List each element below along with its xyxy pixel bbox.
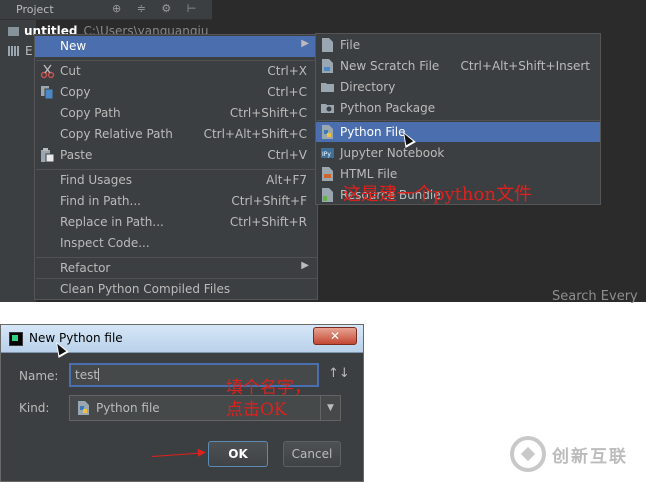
submenu-arrow-icon: ▶ bbox=[301, 260, 309, 271]
menu-item-label: Copy Path bbox=[60, 106, 121, 120]
menu-item-label: Clean Python Compiled Files bbox=[60, 282, 231, 296]
search-everywhere-hint: Search Every bbox=[552, 289, 638, 304]
menu-item-shortcut: Ctrl+V bbox=[267, 148, 307, 162]
menu-item-refactor[interactable]: Refactor ▶ bbox=[35, 258, 317, 279]
submenu-item-label: HTML File bbox=[340, 167, 398, 181]
menu-item-copy-path[interactable]: Copy Path Ctrl+Shift+C bbox=[35, 103, 317, 124]
submenu-item-label: File bbox=[340, 38, 361, 52]
tree-item-label: E bbox=[25, 44, 33, 58]
menu-item-shortcut: Ctrl+Alt+Shift+C bbox=[203, 127, 307, 141]
submenu-item-label: Python Package bbox=[340, 101, 436, 115]
directory-icon bbox=[321, 83, 334, 92]
menu-item-new[interactable]: New ▶ bbox=[35, 36, 317, 57]
paste-icon bbox=[41, 148, 55, 163]
menu-item-label: Inspect Code... bbox=[60, 236, 150, 250]
menu-item-label: New bbox=[60, 39, 87, 53]
close-button[interactable]: ✕ bbox=[313, 327, 357, 345]
submenu-item-directory[interactable]: Directory bbox=[316, 77, 600, 97]
menu-item-label: Copy Relative Path bbox=[60, 127, 173, 141]
name-label: Name: bbox=[19, 369, 59, 383]
pycharm-app-icon bbox=[9, 332, 23, 346]
menu-item-label: Replace in Path... bbox=[60, 215, 164, 229]
menu-item-shortcut: Ctrl+Shift+R bbox=[229, 215, 307, 229]
menu-item-shortcut: Ctrl+X bbox=[267, 64, 307, 78]
tree-item-external-libraries[interactable]: E bbox=[8, 44, 33, 62]
menu-item-label: Paste bbox=[60, 148, 93, 162]
menu-item-shortcut: Alt+F7 bbox=[266, 173, 307, 187]
watermark-logo-icon bbox=[510, 436, 546, 472]
ok-button[interactable]: OK bbox=[208, 441, 268, 467]
annotation-create-python-file: 这是建一个python文件 bbox=[343, 184, 532, 205]
submenu-item-python-package[interactable]: Python Package bbox=[316, 98, 600, 118]
svg-text:IPy: IPy bbox=[322, 151, 331, 158]
jupyter-icon: IPy bbox=[321, 148, 334, 158]
project-panel-header: Project ⊕ ≑ ⚙ ⊢ bbox=[0, 0, 212, 20]
submenu-separator bbox=[317, 120, 601, 121]
context-menu: New ▶ Cut Ctrl+X Copy Ctrl+C Copy Path C… bbox=[34, 34, 318, 300]
menu-item-paste[interactable]: Paste Ctrl+V bbox=[35, 145, 317, 166]
submenu-item-label: Jupyter Notebook bbox=[340, 146, 445, 160]
menu-item-find-in-path[interactable]: Find in Path... Ctrl+Shift+F bbox=[35, 191, 317, 212]
menu-item-label: Find in Path... bbox=[60, 194, 141, 208]
annotation-line: 填个名字， bbox=[226, 378, 311, 398]
chevron-down-icon[interactable]: ▼ bbox=[320, 396, 340, 420]
submenu-item-python-file[interactable]: Python File bbox=[316, 122, 600, 142]
submenu-item-file[interactable]: File bbox=[316, 35, 600, 55]
name-input-value: test bbox=[75, 368, 99, 382]
dialog-title: New Python file bbox=[29, 331, 123, 345]
copy-icon bbox=[41, 86, 54, 100]
resource-bundle-icon bbox=[322, 188, 333, 202]
menu-item-copy[interactable]: Copy Ctrl+C bbox=[35, 82, 317, 103]
kind-select-value: Python file bbox=[96, 401, 160, 415]
annotation-line: 点击OK bbox=[226, 400, 287, 420]
menu-item-find-usages[interactable]: Find Usages Alt+F7 bbox=[35, 170, 317, 191]
menu-item-clean-python-compiled[interactable]: Clean Python Compiled Files bbox=[35, 279, 317, 300]
text-caret bbox=[98, 368, 100, 381]
menu-item-shortcut: Ctrl+C bbox=[267, 85, 307, 99]
scratch-file-icon bbox=[322, 59, 333, 73]
menu-item-copy-relative-path[interactable]: Copy Relative Path Ctrl+Alt+Shift+C bbox=[35, 124, 317, 145]
submenu-item-label: Python File bbox=[340, 125, 406, 139]
submenu-item-new-scratch-file[interactable]: New Scratch File Ctrl+Alt+Shift+Insert bbox=[316, 56, 600, 76]
menu-item-label: Find Usages bbox=[60, 173, 133, 187]
html-file-icon bbox=[322, 167, 333, 181]
folder-icon bbox=[8, 27, 19, 36]
menu-item-label: Copy bbox=[60, 85, 91, 99]
menu-item-cut[interactable]: Cut Ctrl+X bbox=[35, 61, 317, 82]
project-toolbar-icons[interactable]: ⊕ ≑ ⚙ ⊢ bbox=[112, 2, 202, 15]
sort-icon[interactable]: ↑↓ bbox=[328, 366, 350, 381]
submenu-item-label: New Scratch File bbox=[340, 59, 440, 73]
annotation-enter-name: 填个名字， 点击OK bbox=[226, 377, 311, 421]
watermark-text: 创新互联 bbox=[552, 447, 628, 467]
library-icon bbox=[8, 46, 20, 56]
submenu-arrow-icon: ▶ bbox=[301, 38, 309, 49]
kind-label: Kind: bbox=[19, 401, 50, 415]
package-icon bbox=[321, 104, 334, 113]
cancel-button[interactable]: Cancel bbox=[283, 441, 341, 467]
submenu-item-shortcut: Ctrl+Alt+Shift+Insert bbox=[460, 59, 590, 73]
menu-item-replace-in-path[interactable]: Replace in Path... Ctrl+Shift+R bbox=[35, 212, 317, 233]
menu-item-label: Cut bbox=[60, 64, 81, 78]
file-icon bbox=[322, 38, 333, 52]
scissors-icon bbox=[40, 64, 55, 79]
project-panel bbox=[0, 20, 36, 302]
python-file-icon bbox=[322, 125, 333, 139]
menu-item-inspect-code[interactable]: Inspect Code... bbox=[35, 233, 317, 254]
python-file-icon bbox=[78, 401, 89, 415]
project-panel-title[interactable]: Project bbox=[16, 3, 54, 16]
submenu-item-label: Directory bbox=[340, 80, 396, 94]
submenu-item-jupyter-notebook[interactable]: IPy Jupyter Notebook bbox=[316, 143, 600, 163]
menu-item-label: Refactor bbox=[60, 261, 111, 275]
menu-item-shortcut: Ctrl+Shift+F bbox=[231, 194, 307, 208]
menu-item-shortcut: Ctrl+Shift+C bbox=[229, 106, 307, 120]
